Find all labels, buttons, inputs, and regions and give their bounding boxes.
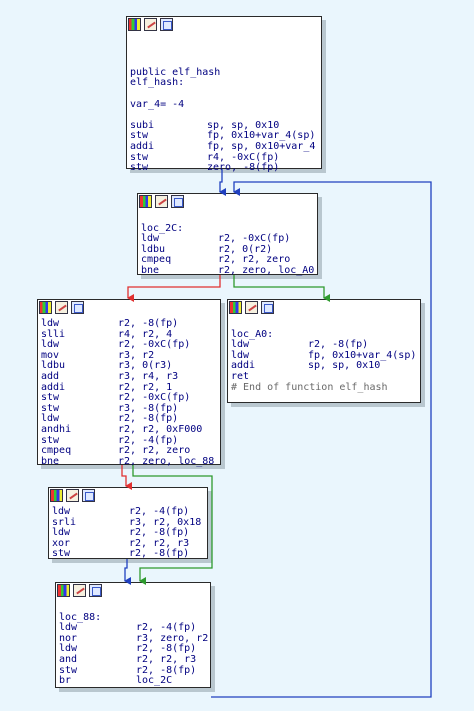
instruction-line[interactable]: and r2, r2, r3	[59, 653, 207, 666]
color-picker-icon[interactable]	[39, 301, 52, 314]
instruction-operands: r3, r4, r3	[118, 370, 179, 382]
node-toolbar	[38, 300, 220, 318]
instruction-mnemonic: stw	[52, 548, 71, 560]
instruction-mnemonic: addi	[130, 140, 155, 152]
color-picker-icon[interactable]	[50, 489, 63, 502]
block-code: ldw r2, -4(fp) srli r3, r2, 0x18 ldw r2, -8(f…	[49, 506, 207, 563]
instruction-line[interactable]: stw r2, -8(fp)	[52, 549, 204, 560]
code-label[interactable]: var_4= -4	[130, 99, 318, 111]
instruction-mnemonic: bne	[41, 455, 60, 467]
block-entry[interactable]: public elf_hash elf_hash: var_4= -4 subi sp,…	[126, 16, 322, 173]
block-code: public elf_hash elf_hash: var_4= -4 subi sp,…	[127, 35, 321, 177]
edit-icon[interactable]	[245, 301, 258, 314]
instruction-mnemonic: stw	[130, 162, 149, 174]
instruction-operands: sp, sp, 0x10	[308, 360, 381, 372]
block-code: loc_2C: ldw r2, -0xC(fp) ldbu r2, 0(r2) cmpeq…	[138, 212, 317, 280]
edit-icon[interactable]	[144, 18, 157, 31]
graph-view-icon[interactable]	[261, 301, 274, 314]
instruction-line[interactable]: ret	[231, 370, 417, 383]
instruction-line[interactable]: stw r2, -8(fp)	[59, 665, 207, 677]
block-code: loc_A0: ldw r2, -8(fp) ldw fp, 0x10+var_4(sp…	[228, 318, 420, 396]
instruction-line[interactable]: bne r2, zero, loc_88	[41, 455, 217, 468]
graph-view-icon[interactable]	[171, 195, 184, 208]
block-loc-88[interactable]: loc_88: ldw r2, -4(fp) nor r3, zero, r2 ldw r2…	[55, 582, 211, 688]
block-loc-2c[interactable]: loc_2C: ldw r2, -0xC(fp) ldbu r2, 0(r2) cmpeq…	[137, 193, 318, 276]
instruction-operands: r2, r2, 0xF000	[118, 423, 203, 435]
color-picker-icon[interactable]	[128, 18, 141, 31]
node-toolbar	[56, 583, 210, 601]
graph-view-icon[interactable]	[160, 18, 173, 31]
instruction-line[interactable]: add r3, r4, r3	[41, 370, 217, 383]
node-toolbar	[228, 300, 420, 318]
graph-view-icon[interactable]	[71, 301, 84, 314]
node-toolbar	[138, 194, 317, 212]
node-toolbar	[49, 488, 207, 506]
instruction-operands: r2, zero, loc_88	[118, 455, 215, 467]
instruction-operands: zero, -8(fp)	[207, 162, 280, 174]
instruction-line[interactable]: bne r2, zero, loc_A0	[141, 264, 315, 277]
instruction-operands: r2, r2, r3	[136, 653, 197, 665]
edit-icon[interactable]	[155, 195, 168, 208]
block-code: loc_88: ldw r2, -4(fp) nor r3, zero, r2 ldw r2…	[56, 601, 210, 690]
instruction-mnemonic: and	[59, 653, 78, 665]
instruction-operands: r2, -8(fp)	[118, 318, 179, 329]
instruction-mnemonic: ldw	[52, 506, 71, 517]
graph-view-icon[interactable]	[82, 489, 95, 502]
instruction-line[interactable]: addi sp, sp, 0x10	[231, 361, 417, 372]
instruction-mnemonic: andhi	[41, 423, 72, 435]
block-loc-a0[interactable]: loc_A0: ldw r2, -8(fp) ldw fp, 0x10+var_4(sp…	[227, 299, 421, 403]
instruction-line[interactable]: stw zero, -8(fp)	[130, 163, 318, 174]
edit-icon[interactable]	[66, 489, 79, 502]
instruction-mnemonic: ldw	[41, 318, 60, 329]
block-loop-body[interactable]: ldw r2, -8(fp) slli r4, r2, 4 ldw r2, -0xC(fp…	[37, 299, 221, 466]
instruction-operands: r2, -4(fp)	[129, 506, 190, 517]
block-high-nibble[interactable]: ldw r2, -4(fp) srli r3, r2, 0x18 ldw r2, -8(f…	[48, 487, 208, 559]
instruction-line[interactable]: ldw r2, -4(fp)	[52, 506, 204, 518]
instruction-operands: r2, -8(fp)	[129, 548, 190, 560]
code-label[interactable]: elf_hash:	[130, 78, 318, 89]
instruction-line[interactable]: ldw r2, -8(fp)	[41, 318, 217, 330]
instruction-mnemonic: add	[41, 370, 60, 382]
instruction-operands: r2, zero, loc_A0	[218, 264, 315, 276]
instruction-operands: fp, sp, 0x10+var_4	[207, 140, 316, 152]
graph-view-icon[interactable]	[89, 584, 102, 597]
edit-icon[interactable]	[73, 584, 86, 597]
color-picker-icon[interactable]	[139, 195, 152, 208]
instruction-line[interactable]: addi fp, sp, 0x10+var_4	[130, 140, 318, 153]
color-picker-icon[interactable]	[229, 301, 242, 314]
instruction-mnemonic: ret	[231, 370, 250, 382]
instruction-mnemonic: br	[59, 675, 72, 687]
instruction-line[interactable]: andhi r2, r2, 0xF000	[41, 423, 217, 436]
node-toolbar	[127, 17, 321, 35]
instruction-line[interactable]: br loc_2C	[59, 676, 207, 687]
color-picker-icon[interactable]	[57, 584, 70, 597]
code-comment: # End of function elf_hash	[231, 381, 388, 393]
block-code: ldw r2, -8(fp) slli r4, r2, 4 ldw r2, -0xC(fp…	[38, 318, 220, 470]
instruction-operands: loc_2C	[136, 675, 173, 687]
edit-icon[interactable]	[55, 301, 68, 314]
instruction-mnemonic: bne	[141, 264, 160, 276]
